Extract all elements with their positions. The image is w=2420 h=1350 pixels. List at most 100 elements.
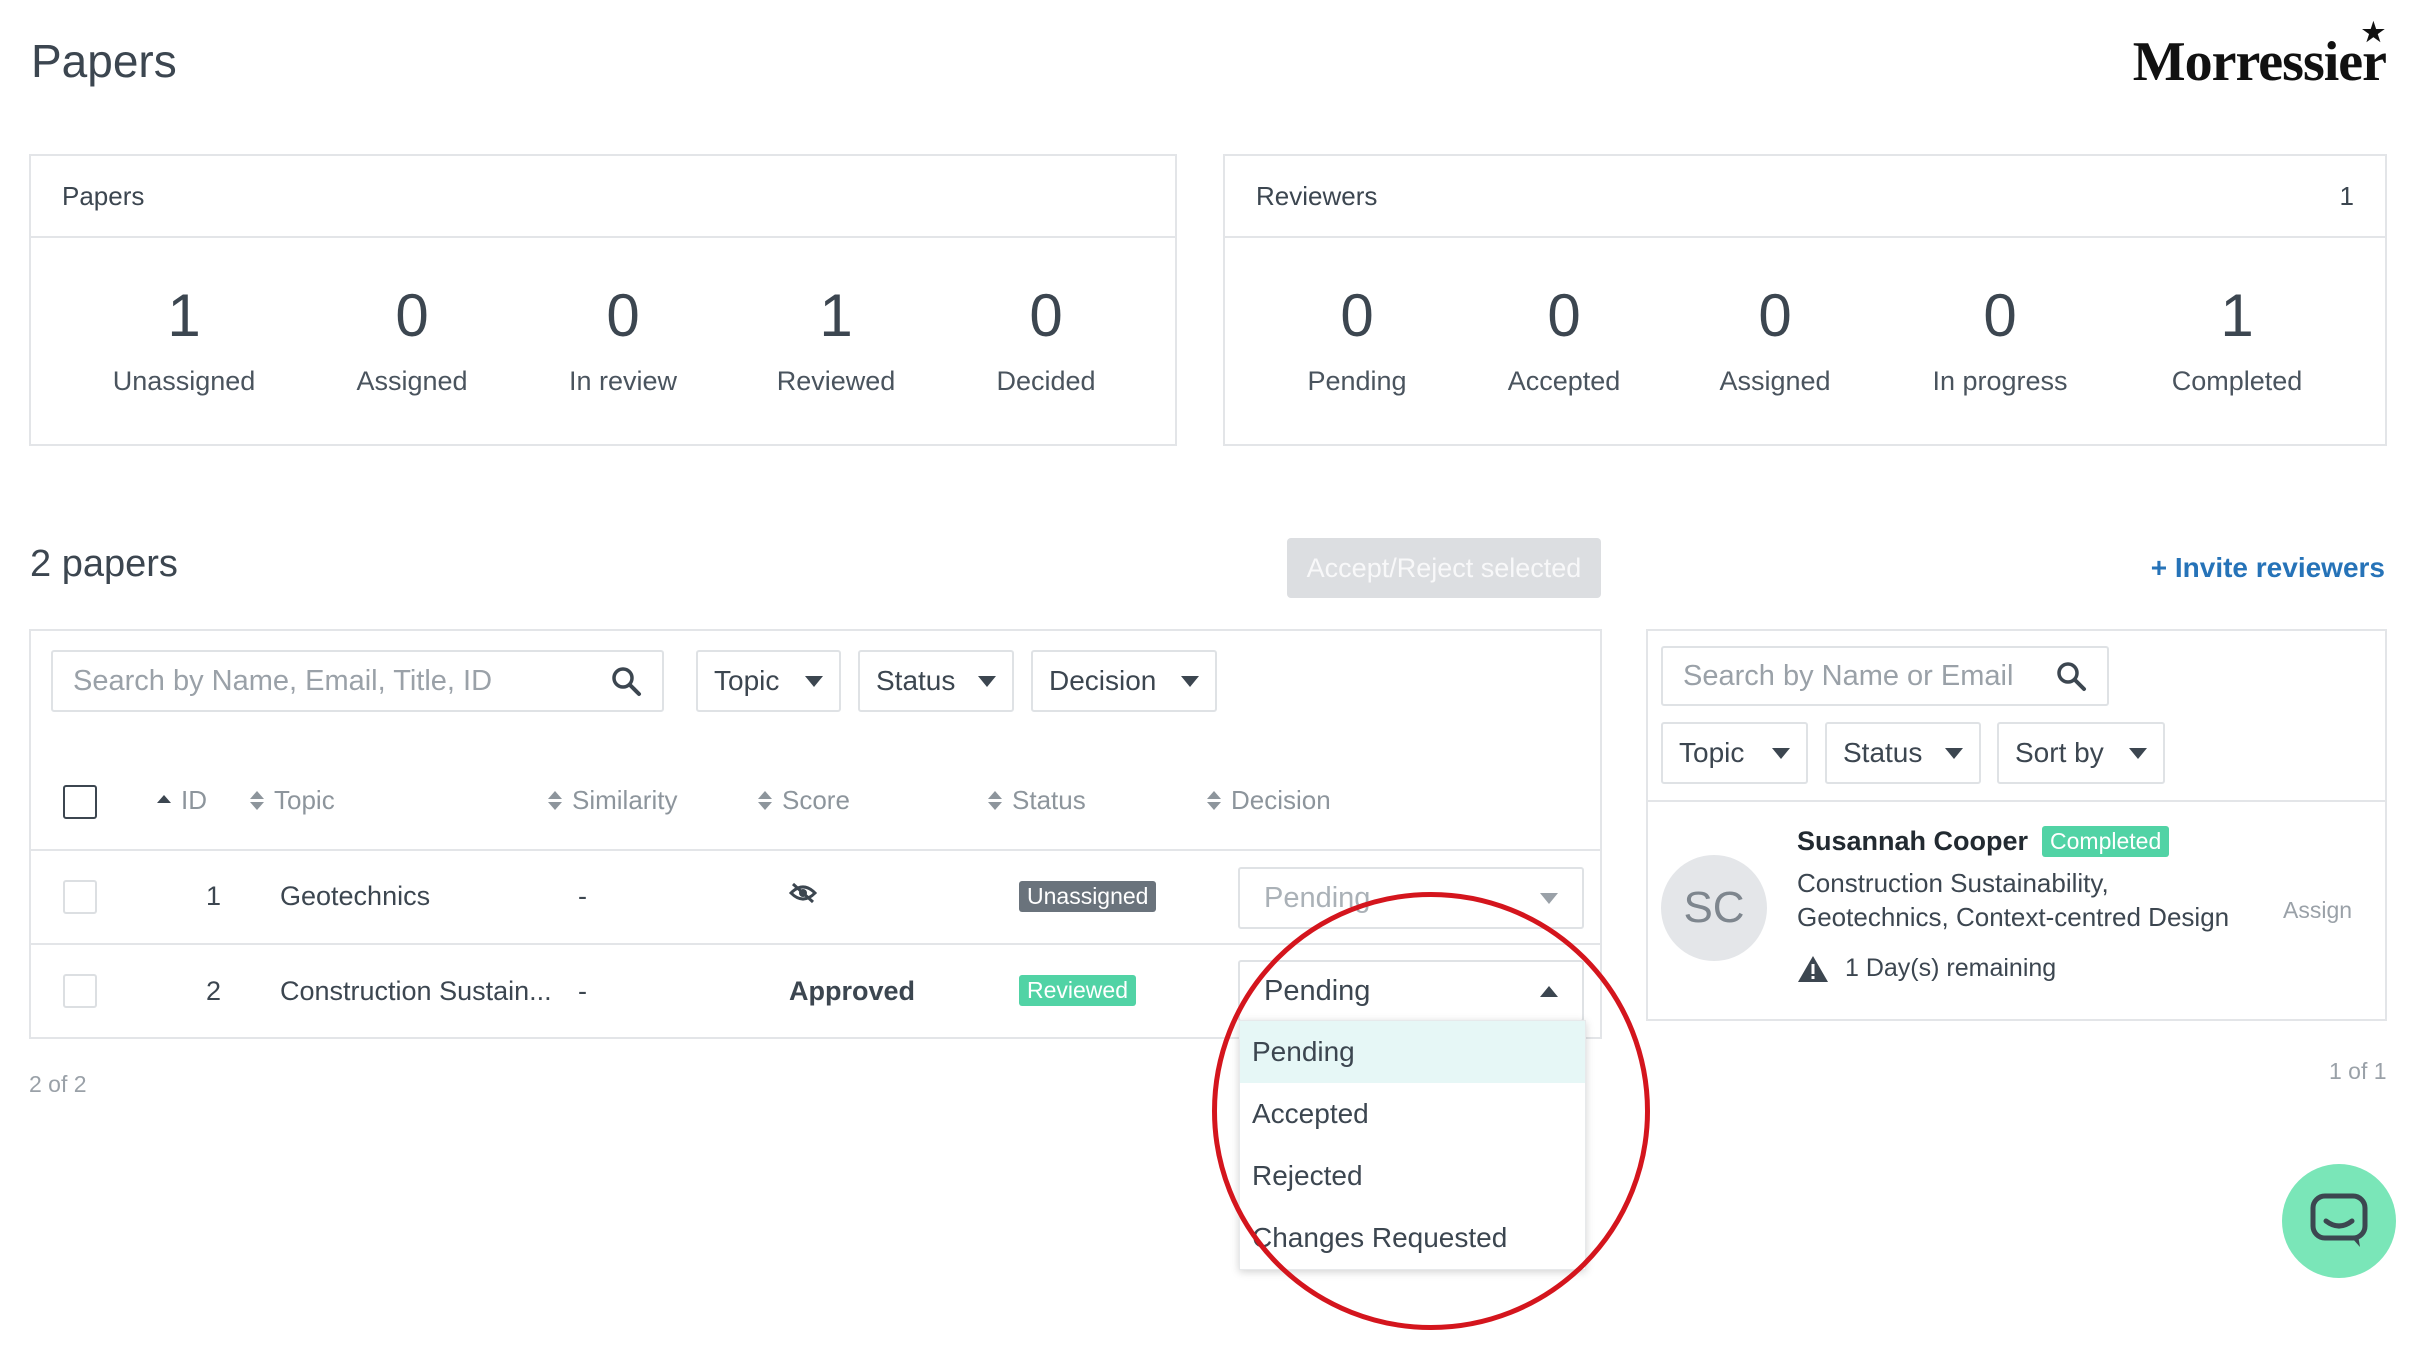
assign-reviewer-link[interactable]: Assign xyxy=(2283,897,2352,924)
papers-stats: 1 Unassigned 0 Assigned 0 In review 1 Re… xyxy=(31,238,1175,444)
column-header-status-label: Status xyxy=(1012,785,1086,815)
logo-text: Morressier xyxy=(2132,31,2387,93)
stat-reviewers-assigned[interactable]: 0 Assigned xyxy=(1675,284,1875,397)
sort-ascending-icon xyxy=(157,795,171,806)
chevron-up-icon xyxy=(1540,985,1558,997)
decision-option-rejected[interactable]: Rejected xyxy=(1240,1145,1585,1207)
stat-label: Decided xyxy=(996,366,1096,396)
chevron-down-icon xyxy=(2129,747,2147,759)
reviewer-name-row: Susannah Cooper Completed xyxy=(1797,826,2170,857)
reviewers-summary-header: Reviewers 1 xyxy=(1225,156,2385,238)
row-topic: Construction Sustain... xyxy=(280,976,552,1006)
reviewer-remaining-row: 1 Day(s) remaining xyxy=(1797,954,2056,983)
chevron-down-icon xyxy=(978,675,996,687)
search-icon xyxy=(2057,662,2086,691)
stat-label: Assigned xyxy=(1719,366,1831,396)
decision-select[interactable]: Pending xyxy=(1238,867,1584,929)
stat-label: Accepted xyxy=(1507,366,1621,396)
row-checkbox[interactable] xyxy=(63,974,97,1008)
morressier-logo[interactable]: Morressier ★ xyxy=(2132,18,2387,94)
row-topic: Geotechnics xyxy=(280,881,431,911)
papers-status-filter[interactable]: Status xyxy=(858,650,1014,712)
decision-select-open[interactable]: Pending xyxy=(1238,960,1584,1022)
stat-value: 0 xyxy=(1029,282,1063,349)
decision-option-changes-requested[interactable]: Changes Requested xyxy=(1240,1207,1585,1269)
stat-label: In review xyxy=(568,366,678,396)
chevron-down-icon xyxy=(1945,747,1963,759)
decision-select-value: Pending xyxy=(1264,974,1371,1007)
papers-search-placeholder: Search by Name, Email, Title, ID xyxy=(73,664,493,697)
stat-decided[interactable]: 0 Decided xyxy=(946,284,1146,397)
stat-label: Reviewed xyxy=(776,366,896,396)
row-id: 2 xyxy=(206,976,222,1006)
row-score: Approved xyxy=(789,976,916,1006)
reviewer-name: Susannah Cooper xyxy=(1797,826,2029,856)
column-header-topic-label: Topic xyxy=(274,785,335,815)
column-header-topic[interactable]: Topic xyxy=(250,785,335,816)
stat-label: Pending xyxy=(1307,366,1407,396)
column-header-id-label: ID xyxy=(181,785,207,815)
reviewer-topics-line-2: Geotechnics, Context-centred Design xyxy=(1797,902,2230,932)
stat-value: 0 xyxy=(395,282,429,349)
reviewers-search-input[interactable]: Search by Name or Email xyxy=(1661,646,2109,706)
stat-accepted[interactable]: 0 Accepted xyxy=(1464,284,1664,397)
stat-unassigned[interactable]: 1 Unassigned xyxy=(84,284,284,397)
column-header-score[interactable]: Score xyxy=(758,785,850,816)
avatar: SC xyxy=(1661,855,1767,961)
invite-reviewers-link[interactable]: + Invite reviewers xyxy=(2151,552,2385,584)
reviewer-remaining: 1 Day(s) remaining xyxy=(1845,954,2057,982)
stat-value: 0 xyxy=(1547,282,1581,349)
reviewers-count: 1 xyxy=(2339,180,2354,211)
topic-filter-label: Topic xyxy=(714,665,780,696)
decision-option-accepted[interactable]: Accepted xyxy=(1240,1083,1585,1145)
stat-completed[interactable]: 1 Completed xyxy=(2137,284,2337,397)
sort-icon xyxy=(758,791,772,810)
stat-assigned[interactable]: 0 Assigned xyxy=(312,284,512,397)
reviewers-pagination: 1 of 1 xyxy=(2329,1058,2387,1084)
stat-value: 1 xyxy=(167,282,201,349)
column-header-id[interactable]: ID xyxy=(157,785,207,816)
reviewers-sort-by[interactable]: Sort by xyxy=(1997,722,2165,784)
stat-value: 1 xyxy=(2220,282,2254,349)
decision-option-pending[interactable]: Pending xyxy=(1240,1021,1585,1083)
reviewers-topic-filter[interactable]: Topic xyxy=(1661,722,1808,784)
column-header-similarity[interactable]: Similarity xyxy=(548,785,677,816)
stat-reviewed[interactable]: 1 Reviewed xyxy=(736,284,936,397)
chevron-down-icon xyxy=(1772,747,1790,759)
row-similarity: - xyxy=(578,976,587,1006)
decision-filter-label: Decision xyxy=(1049,665,1157,696)
chat-launcher-button[interactable] xyxy=(2282,1164,2396,1278)
stat-in-progress[interactable]: 0 In progress xyxy=(1900,284,2100,397)
stat-in-review[interactable]: 0 In review xyxy=(523,284,723,397)
select-all-checkbox[interactable] xyxy=(63,785,97,819)
stat-value: 0 xyxy=(1340,282,1374,349)
sort-icon xyxy=(1207,791,1221,810)
accept-reject-selected-button[interactable]: Accept/Reject selected xyxy=(1287,538,1601,598)
row-checkbox[interactable] xyxy=(63,880,97,914)
chevron-down-icon xyxy=(1181,675,1199,687)
stat-value: 0 xyxy=(1758,282,1792,349)
status-badge: Reviewed xyxy=(1019,975,1136,1006)
papers-decision-filter[interactable]: Decision xyxy=(1031,650,1217,712)
papers-summary-card: Papers 1 Unassigned 0 Assigned 0 In revi… xyxy=(29,154,1177,446)
chevron-down-icon xyxy=(1540,892,1558,904)
reviewers-summary-title: Reviewers xyxy=(1256,180,1378,211)
sort-icon xyxy=(250,791,264,810)
stat-label: Unassigned xyxy=(112,366,256,396)
papers-search-input[interactable]: Search by Name, Email, Title, ID xyxy=(51,650,664,712)
column-header-status[interactable]: Status xyxy=(988,785,1086,816)
stat-value: 0 xyxy=(606,282,640,349)
stat-pending[interactable]: 0 Pending xyxy=(1257,284,1457,397)
row-similarity: - xyxy=(578,881,587,911)
sort-icon xyxy=(548,791,562,810)
status-filter-label: Status xyxy=(1843,737,1923,768)
search-icon xyxy=(612,667,641,696)
sort-by-label: Sort by xyxy=(2015,737,2104,768)
logo-star-icon: ★ xyxy=(2361,18,2385,47)
reviewers-status-filter[interactable]: Status xyxy=(1825,722,1981,784)
reviewer-status-badge: Completed xyxy=(2042,826,2170,857)
warning-icon xyxy=(1798,955,1828,982)
decision-dropdown-menu: Pending Accepted Rejected Changes Reques… xyxy=(1239,1020,1586,1270)
papers-topic-filter[interactable]: Topic xyxy=(696,650,841,712)
column-header-decision[interactable]: Decision xyxy=(1207,785,1331,816)
